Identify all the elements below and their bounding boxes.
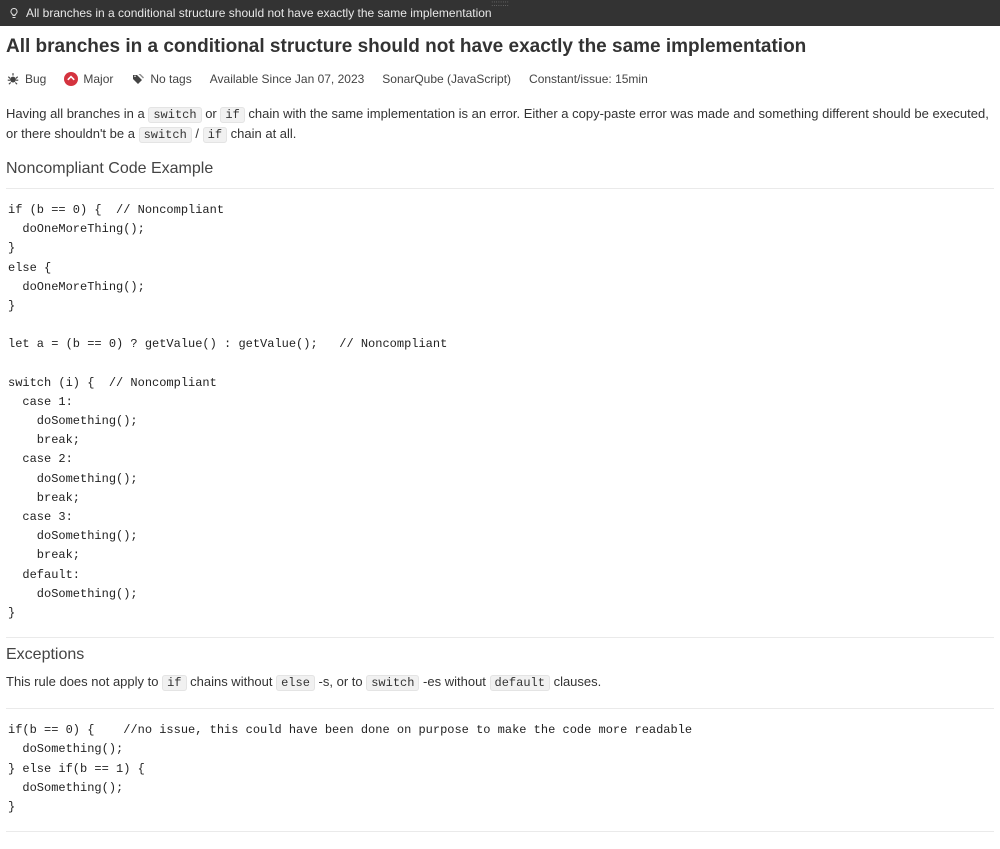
issue-type-label: Bug [25, 72, 46, 86]
code-default: default [490, 675, 550, 691]
tags: No tags [131, 72, 191, 86]
exc-text: -es without [419, 674, 489, 689]
exceptions-desc: This rule does not apply to if chains wi… [6, 672, 994, 692]
divider [6, 188, 994, 189]
code-switch: switch [139, 127, 192, 143]
code-block-exceptions: if(b == 0) { //no issue, this could have… [6, 717, 994, 821]
content: All branches in a conditional structure … [0, 26, 1000, 849]
meta-row: Bug Major No tags Available Since Jan 07… [6, 72, 994, 86]
description: Having all branches in a switch or if ch… [6, 104, 994, 144]
drag-grip-icon[interactable]: :::::::: [491, 0, 509, 8]
lightbulb-icon [8, 6, 20, 20]
code-exceptions: if(b == 0) { //no issue, this could have… [6, 717, 994, 821]
exc-text: chains without [187, 674, 277, 689]
code-if: if [162, 675, 186, 691]
available-since: Available Since Jan 07, 2023 [210, 72, 365, 86]
code-else: else [276, 675, 315, 691]
desc-text: / [192, 126, 203, 141]
code-block-noncompliant: if (b == 0) { // Noncompliant doOneMoreT… [6, 197, 994, 627]
tags-label: No tags [150, 72, 191, 86]
topbar: All branches in a conditional structure … [0, 0, 1000, 26]
severity-icon [64, 72, 78, 86]
topbar-title: All branches in a conditional structure … [26, 0, 492, 26]
page-title: All branches in a conditional structure … [6, 36, 994, 58]
effort: Constant/issue: 15min [529, 72, 648, 86]
severity: Major [64, 72, 113, 86]
issue-type: Bug [6, 72, 46, 86]
tags-icon [131, 73, 145, 85]
code-noncompliant: if (b == 0) { // Noncompliant doOneMoreT… [6, 197, 994, 627]
section-exceptions: Exceptions [6, 646, 994, 664]
code-switch: switch [148, 107, 201, 123]
severity-label: Major [83, 72, 113, 86]
section-noncompliant: Noncompliant Code Example [6, 160, 994, 178]
bug-icon [6, 72, 20, 86]
divider [6, 831, 994, 832]
exc-text: clauses. [550, 674, 601, 689]
divider [6, 637, 994, 638]
desc-text: chain at all. [227, 126, 296, 141]
code-if: if [203, 127, 227, 143]
exc-text: -s, or to [315, 674, 366, 689]
code-switch: switch [366, 675, 419, 691]
code-if: if [220, 107, 244, 123]
exc-text: This rule does not apply to [6, 674, 162, 689]
source: SonarQube (JavaScript) [382, 72, 511, 86]
divider [6, 708, 994, 709]
desc-text: Having all branches in a [6, 106, 148, 121]
desc-text: or [202, 106, 221, 121]
